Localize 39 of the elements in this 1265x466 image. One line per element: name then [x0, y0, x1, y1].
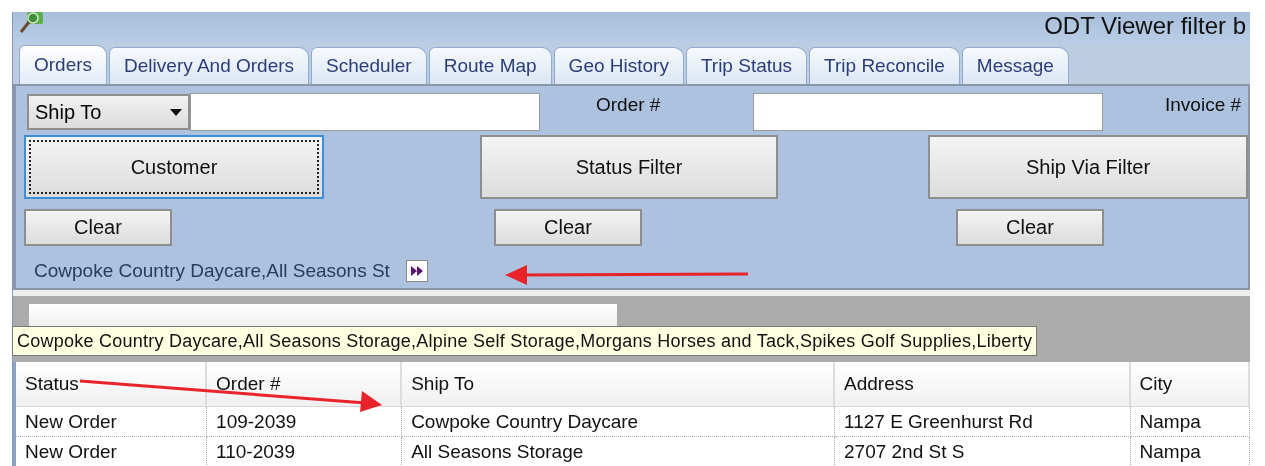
tab[interactable]: Message	[961, 47, 1069, 84]
tab[interactable]: Trip Reconcile	[809, 47, 960, 84]
table-cell: New Order	[16, 437, 208, 466]
clear-button[interactable]: Clear	[956, 209, 1104, 246]
table-cell: 110-2039	[207, 437, 403, 466]
caret-icon	[170, 108, 182, 116]
clear-button[interactable]: Clear	[24, 209, 172, 246]
table-cell: 2707 2nd St S	[835, 437, 1131, 466]
tooltip: Cowpoke Country Daycare,All Seasons Storage,Alpine Self Storage,Morgans Horses and Tack,Spikes Golf Supplies,Liberty	[12, 326, 1038, 356]
filter-button[interactable]: Status Filter	[479, 135, 778, 199]
expand-button[interactable]	[405, 260, 428, 282]
clear-button[interactable]: Clear	[494, 209, 642, 246]
table-cell: All Seasons Storage	[402, 437, 835, 466]
tab[interactable]: Orders	[19, 45, 108, 84]
tab[interactable]: Route Map	[428, 47, 552, 84]
column-header[interactable]: Status	[16, 362, 208, 406]
filter-button[interactable]: Ship Via Filter	[928, 135, 1248, 199]
magnifier-icon	[19, 12, 43, 34]
ship-to-input[interactable]	[190, 93, 540, 131]
ship-to-dropdown[interactable]: Ship To	[27, 94, 190, 130]
column-header[interactable]: Ship To	[402, 362, 835, 406]
double-arrow-icon	[410, 266, 423, 276]
tab[interactable]: Delivery And Orders	[109, 47, 310, 84]
selection-summary: Cowpoke Country Daycare,All Seasons St	[34, 260, 390, 282]
invoice-label: Invoice #	[1165, 94, 1242, 116]
column-header[interactable]: Address	[835, 362, 1131, 406]
table-cell: 1127 E Greenhurst Rd	[835, 407, 1131, 437]
tab[interactable]: Trip Status	[685, 47, 808, 84]
column-header[interactable]: City	[1130, 362, 1250, 406]
order-input[interactable]	[753, 93, 1103, 131]
table-cell: Cowpoke Country Daycare	[402, 407, 835, 437]
tab[interactable]: Geo History	[553, 47, 684, 84]
table-cell: New Order	[16, 407, 208, 437]
table-cell: Nampa	[1130, 437, 1250, 466]
order-label: Order #	[595, 94, 662, 116]
table-cell: Nampa	[1130, 407, 1250, 437]
filter-button[interactable]: Customer	[24, 135, 324, 199]
window-title: ODT Viewer filter b	[1044, 12, 1246, 40]
tab[interactable]: Scheduler	[311, 47, 427, 84]
